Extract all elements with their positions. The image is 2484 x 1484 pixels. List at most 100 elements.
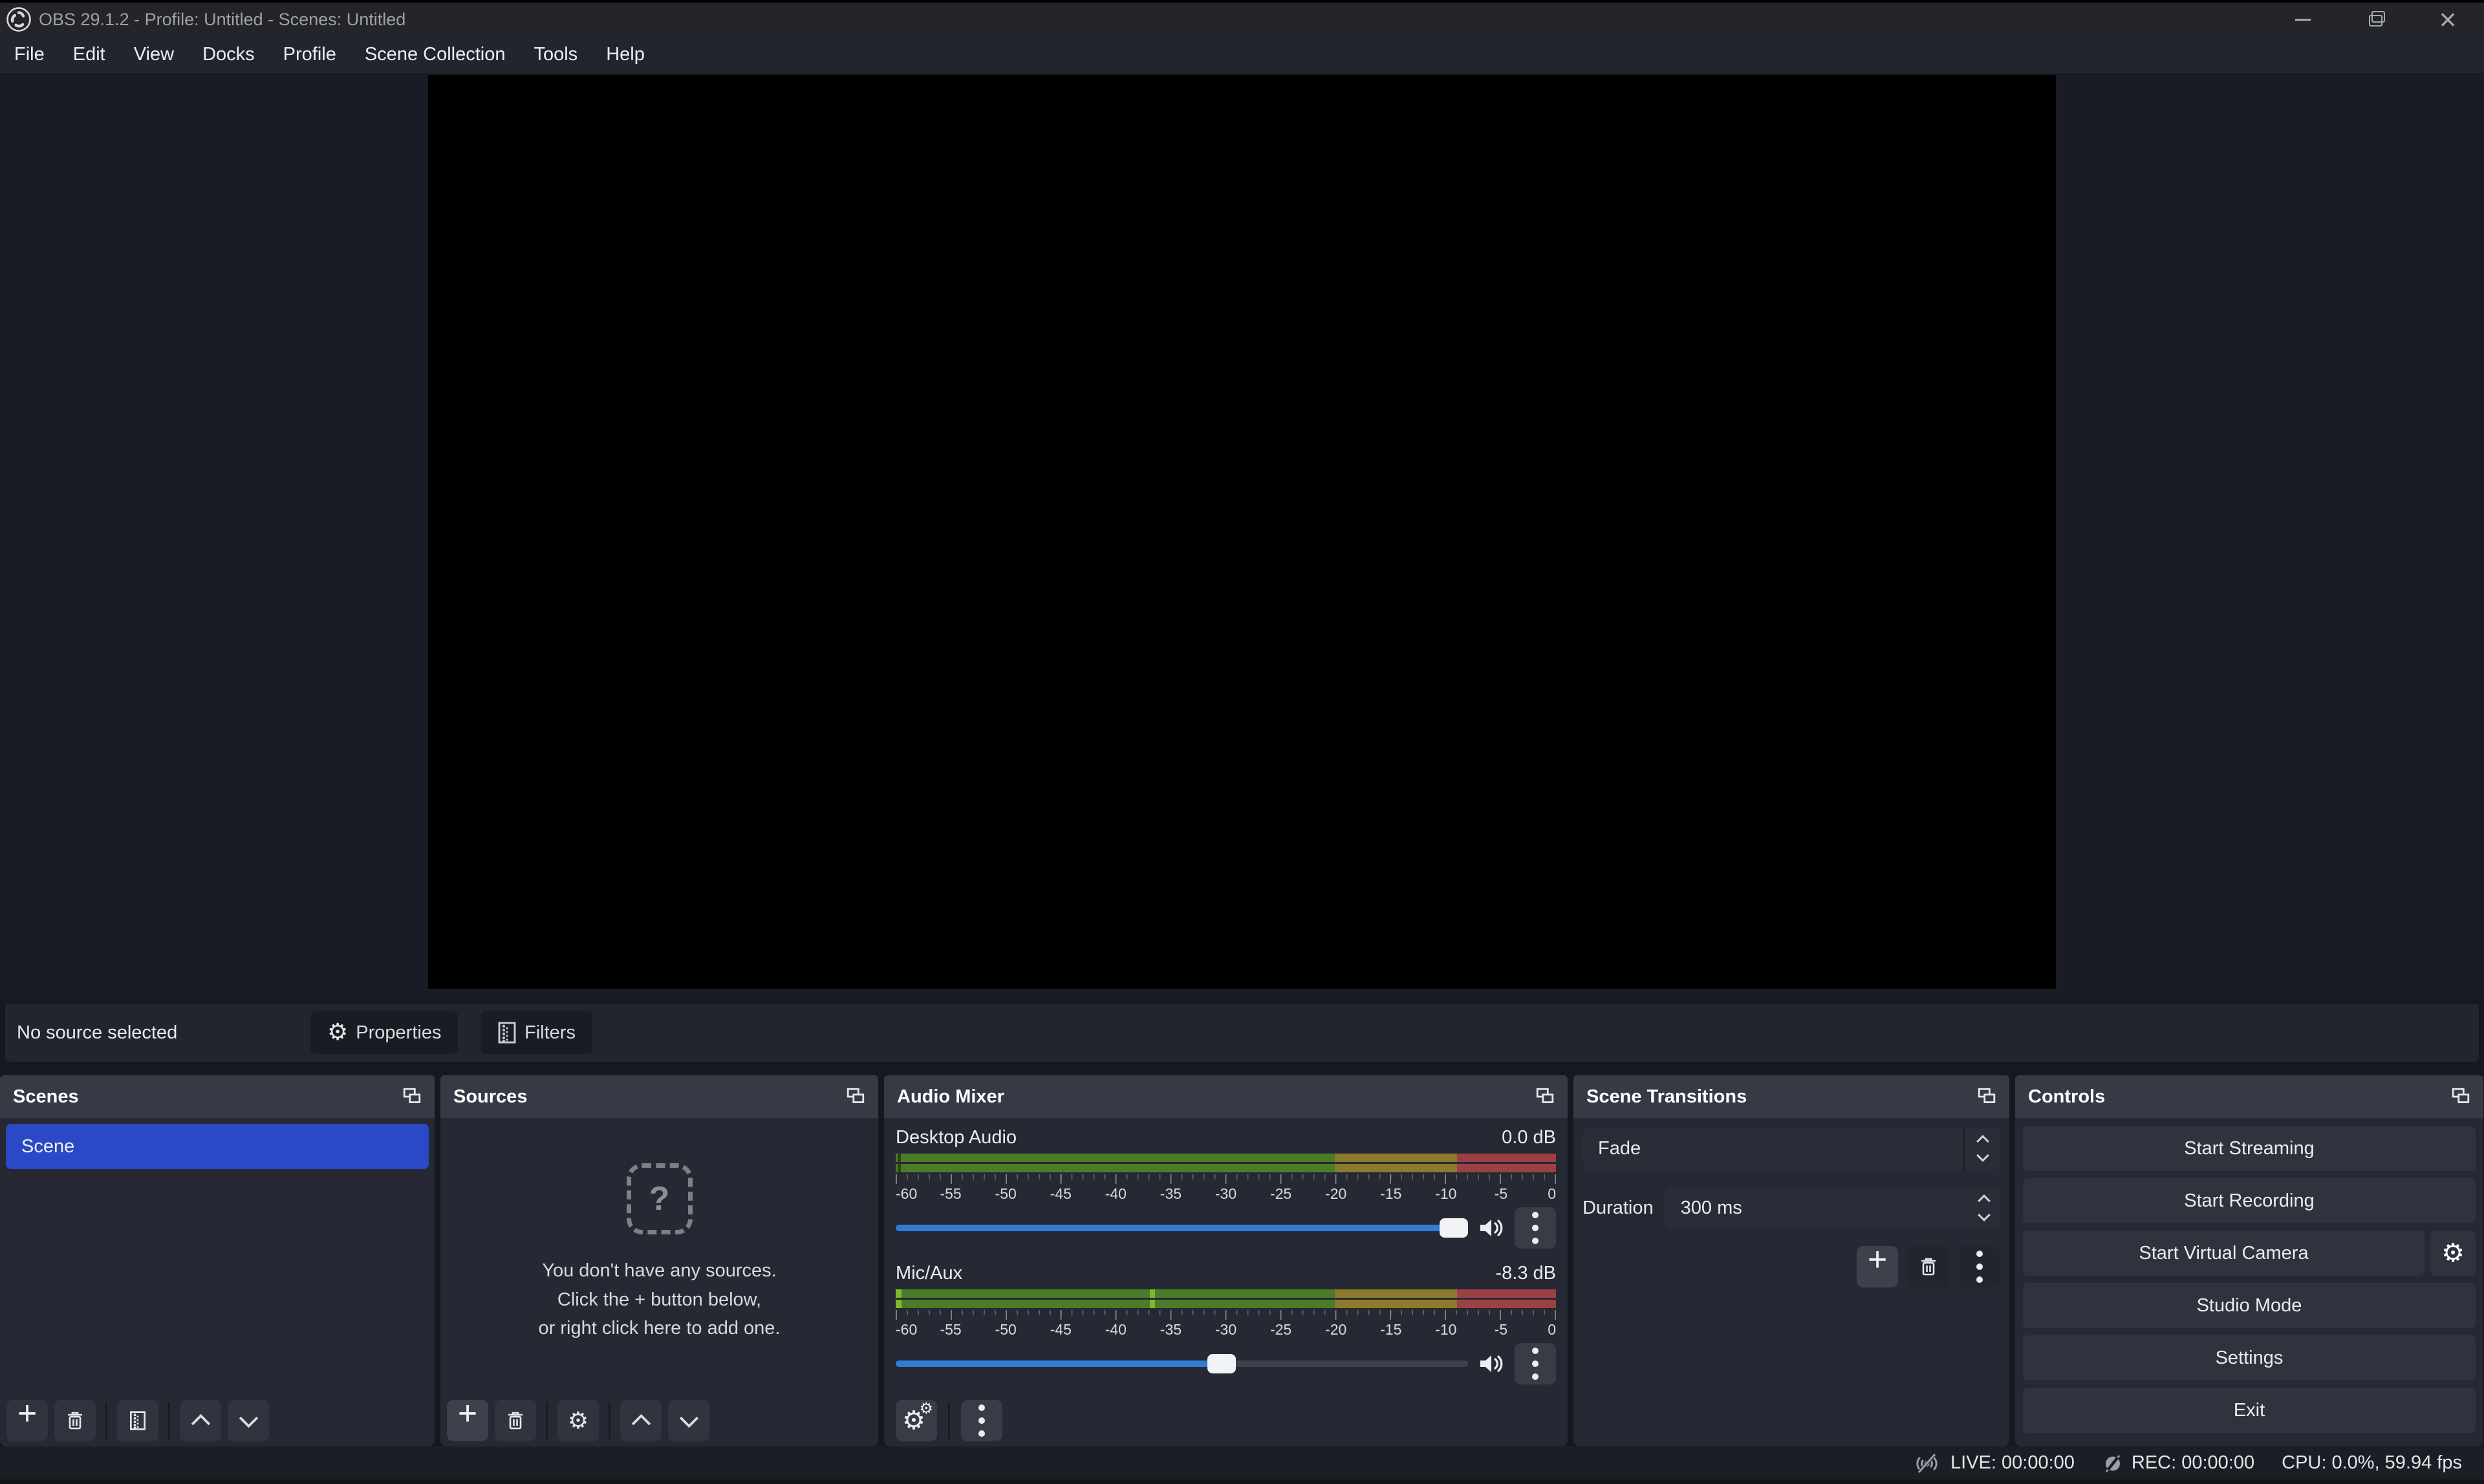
select-arrows[interactable] [1963, 1127, 2000, 1170]
menu-item-docks[interactable]: Docks [188, 44, 269, 65]
scale-label: 0 [1548, 1185, 1556, 1203]
trash-icon [66, 1410, 84, 1431]
remove-transition-button[interactable] [1908, 1246, 1949, 1287]
add-transition-button[interactable] [1857, 1246, 1898, 1287]
studio-mode-button[interactable]: Studio Mode [2023, 1283, 2476, 1328]
empty-text-line3: or right click here to add one. [539, 1314, 781, 1343]
meter-scale-ticks [896, 1310, 1556, 1320]
volume-slider[interactable] [896, 1360, 1468, 1367]
popout-icon[interactable] [2451, 1087, 2470, 1106]
move-source-up-button[interactable] [620, 1400, 662, 1441]
menu-item-edit[interactable]: Edit [59, 44, 120, 65]
popout-icon[interactable] [1977, 1087, 1996, 1106]
kebab-menu-icon [1532, 1212, 1539, 1244]
menu-item-tools[interactable]: Tools [519, 44, 592, 65]
mixer-menu-button[interactable] [961, 1400, 1002, 1441]
scale-label: -55 [940, 1321, 961, 1339]
speaker-icon[interactable] [1478, 1352, 1504, 1375]
transition-menu-button[interactable] [1959, 1246, 2000, 1287]
scale-label: -40 [1105, 1185, 1127, 1203]
mixer-channel-desktop-audio: Desktop Audio 0.0 dB -60-55-50-45-40-35-… [896, 1127, 1556, 1249]
transition-select[interactable]: Fade [1582, 1127, 2000, 1170]
source-properties-button[interactable] [557, 1400, 599, 1441]
slider-handle[interactable] [1207, 1354, 1236, 1373]
move-scene-down-button[interactable] [228, 1400, 269, 1441]
kebab-menu-icon [978, 1404, 985, 1437]
scale-label: -30 [1215, 1321, 1237, 1339]
channel-name: Mic/Aux [896, 1263, 962, 1284]
advanced-audio-button[interactable] [896, 1400, 937, 1441]
chevron-down-icon [1978, 1209, 1991, 1221]
gear-icon [327, 1020, 348, 1045]
spin-arrows[interactable] [1968, 1194, 2000, 1222]
volume-slider[interactable] [896, 1225, 1468, 1231]
virtual-camera-settings-button[interactable] [2430, 1231, 2476, 1276]
obs-logo-icon [5, 6, 32, 33]
menu-item-scene-collection[interactable]: Scene Collection [351, 44, 520, 65]
menu-item-profile[interactable]: Profile [269, 44, 351, 65]
scale-label: -10 [1435, 1185, 1456, 1203]
trash-icon [1919, 1256, 1938, 1277]
vu-meter-bar [896, 1154, 1556, 1162]
channel-menu-button[interactable] [1515, 1343, 1556, 1384]
move-source-down-button[interactable] [668, 1400, 709, 1441]
audio-mixer-panel: Audio Mixer Desktop Audio 0.0 dB -60-55-… [884, 1075, 1568, 1446]
settings-button[interactable]: Settings [2023, 1335, 2476, 1381]
sources-toolbar [447, 1400, 709, 1441]
exit-button[interactable]: Exit [2023, 1388, 2476, 1433]
duration-spinbox[interactable]: 300 ms [1665, 1187, 2000, 1229]
stream-inactive-icon [1913, 1451, 1943, 1476]
scale-label: -35 [1160, 1185, 1182, 1203]
sources-panel: Sources ? You don't have any sources. Cl… [440, 1075, 878, 1446]
preview-canvas[interactable] [428, 75, 2056, 989]
no-source-status: No source selected [17, 1022, 177, 1044]
properties-button[interactable]: Properties [310, 1011, 458, 1054]
scene-filters-button[interactable] [117, 1400, 158, 1441]
preview-area [0, 73, 2484, 1000]
menu-item-help[interactable]: Help [592, 44, 659, 65]
channel-menu-button[interactable] [1515, 1207, 1556, 1249]
move-scene-up-button[interactable] [180, 1400, 221, 1441]
plus-icon [1868, 1260, 1887, 1274]
scene-list-item[interactable]: Scene [6, 1124, 429, 1169]
add-source-button[interactable] [447, 1400, 488, 1441]
start-virtual-camera-button[interactable]: Start Virtual Camera [2023, 1231, 2425, 1276]
start-streaming-button[interactable]: Start Streaming [2023, 1126, 2476, 1171]
remove-source-button[interactable] [495, 1400, 536, 1441]
scale-label: -15 [1380, 1185, 1401, 1203]
scale-label: -25 [1270, 1185, 1291, 1203]
scale-label: -5 [1495, 1321, 1507, 1339]
close-icon[interactable] [2412, 3, 2484, 36]
cpu-fps-text: CPU: 0.0%, 59.94 fps [2282, 1452, 2462, 1474]
remove-scene-button[interactable] [54, 1400, 96, 1441]
chevron-up-icon [191, 1414, 210, 1433]
scene-transitions-panel: Scene Transitions Fade Duration 300 ms [1573, 1075, 2009, 1446]
filters-button[interactable]: Filters [481, 1011, 592, 1054]
scale-label: -55 [940, 1185, 961, 1203]
slider-handle[interactable] [1440, 1218, 1468, 1238]
menu-item-view[interactable]: View [120, 44, 188, 65]
add-scene-button[interactable] [6, 1400, 48, 1441]
start-recording-button[interactable]: Start Recording [2023, 1178, 2476, 1223]
chevron-up-icon [1976, 1135, 1989, 1148]
popout-icon[interactable] [402, 1087, 422, 1106]
dock-row: Scenes Scene [0, 1075, 2483, 1446]
scale-label: -45 [1050, 1321, 1072, 1339]
filter-icon [497, 1021, 517, 1044]
scale-label: -10 [1435, 1321, 1456, 1339]
scenes-panel-title: Scenes [13, 1086, 79, 1108]
empty-text-line1: You don't have any sources. [539, 1256, 781, 1285]
minimize-icon[interactable] [2267, 3, 2339, 36]
menu-item-file[interactable]: File [0, 44, 59, 65]
popout-icon[interactable] [846, 1087, 865, 1106]
vu-meter-bar [896, 1289, 1556, 1298]
controls-panel-title: Controls [2028, 1086, 2105, 1108]
speaker-icon[interactable] [1478, 1216, 1504, 1240]
restore-icon[interactable] [2339, 3, 2412, 36]
filters-label: Filters [524, 1022, 576, 1044]
controls-panel: Controls Start Streaming Start Recording… [2015, 1075, 2483, 1446]
transition-value: Fade [1582, 1138, 1963, 1159]
popout-icon[interactable] [1535, 1087, 1555, 1106]
gear-icon [568, 1409, 589, 1432]
duration-value: 300 ms [1665, 1198, 1968, 1219]
